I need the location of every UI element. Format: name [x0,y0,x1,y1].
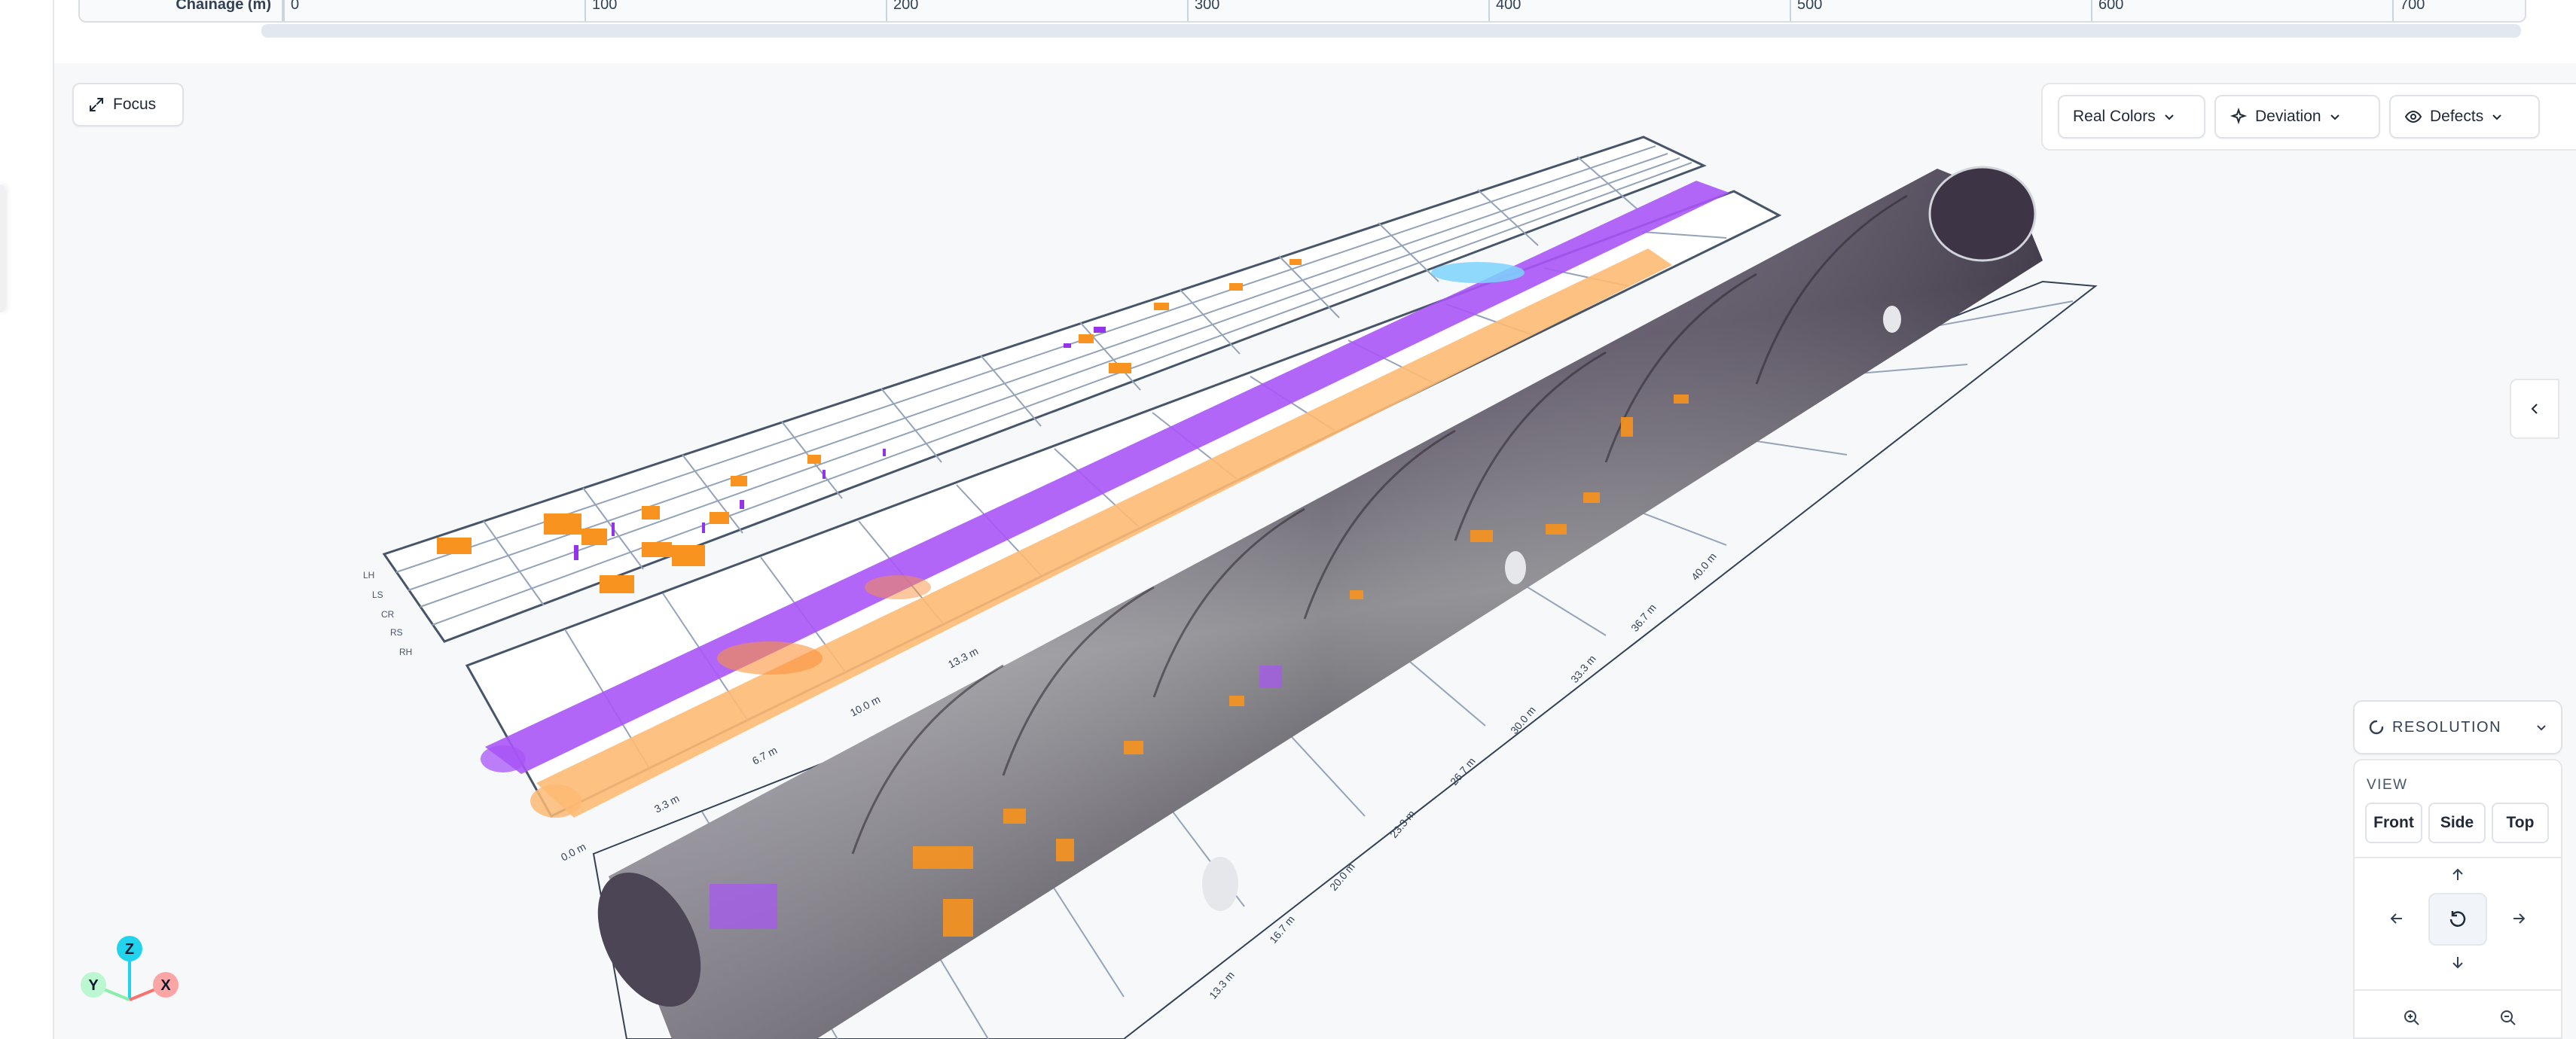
side-view-button[interactable]: Side [2428,803,2486,843]
front-view-button[interactable]: Front [2365,803,2422,843]
chevron-down-icon [2492,114,2501,120]
defects-dropdown[interactable]: Defects [2389,95,2540,139]
reset-view-button[interactable] [2428,893,2487,946]
view-title: VIEW [2367,777,2408,793]
sparkle-icon [2230,108,2248,125]
svg-text:LH: LH [363,570,374,580]
axes-gizmo: Z Y X [81,936,179,1001]
x-axis-label: X [160,977,171,994]
right-panel-toggle[interactable] [2510,379,2559,439]
y-axis-label: Y [88,977,99,994]
chainage-tick: 600 [2091,0,2388,21]
zoom-out-button[interactable] [2493,1003,2523,1033]
rotate-reset-icon [2449,911,2466,927]
pan-down-button[interactable] [2443,947,2473,977]
chainage-tick: 100 [584,0,882,21]
top-view-button[interactable]: Top [2492,803,2549,843]
horizontal-scrollbar[interactable] [261,24,2521,38]
chevron-down-icon [2537,725,2546,731]
svg-text:RS: RS [390,627,403,638]
view-controls-panel: VIEW Front Side Top [2353,759,2562,1039]
scale-label: 23.3 m [1387,808,1418,840]
zoom-out-icon [2501,1010,2516,1025]
focus-button[interactable]: Focus [72,83,184,126]
zoom-in-icon [2404,1010,2419,1025]
scale-label: 26.7 m [1448,755,1478,788]
zoom-in-button[interactable] [2397,1003,2427,1033]
arrow-left-icon [2390,913,2402,924]
chevron-left-icon [2531,404,2538,414]
chevron-down-icon [2165,114,2174,120]
scale-label: 0.0 m [559,840,588,864]
chainage-label: Chainage (m) [80,0,283,21]
chainage-tick: 700 [2392,0,2528,21]
chainage-ruler: Chainage (m) 0 100 200 300 400 500 600 7… [78,0,2526,23]
divider [2355,857,2561,858]
scale-label: 13.3 m [946,644,980,670]
eye-icon [2404,110,2422,123]
real-colors-dropdown[interactable]: Real Colors [2058,95,2205,139]
chainage-tick: 500 [1790,0,2087,21]
pan-up-button[interactable] [2443,860,2473,890]
left-sidebar [0,0,54,1039]
defects-label: Defects [2430,108,2484,125]
scale-label: 30.0 m [1508,704,1538,736]
scale-label: 10.0 m [848,693,882,718]
pan-left-button[interactable] [2382,903,2412,934]
tunnel-3d-viewer[interactable]: LH LS CR RS RH 0.0 m 3.3 m 6.7 m 10.0 m … [54,63,2576,1039]
chainage-tick: 400 [1488,0,1786,21]
tunnel-scene[interactable]: LH LS CR RS RH 0.0 m 3.3 m 6.7 m 10.0 m … [54,63,2576,1039]
chevron-down-icon [2330,114,2339,120]
resolution-label: RESOLUTION [2392,718,2502,736]
deviation-label: Deviation [2255,108,2321,125]
expand-icon [90,98,103,111]
z-axis-label: Z [125,941,134,958]
svg-text:RH: RH [399,647,412,657]
scale-label: 40.0 m [1689,550,1719,583]
focus-label: Focus [113,96,157,113]
scale-label: 6.7 m [750,744,779,767]
chainage-tick: 200 [886,0,1183,21]
svg-text:CR: CR [381,609,395,620]
scale-label: 16.7 m [1267,913,1297,946]
svg-text:LS: LS [372,590,383,600]
resolution-dropdown[interactable]: RESOLUTION [2353,700,2562,754]
arrow-up-icon [2452,868,2463,880]
divider [2355,989,2561,991]
arrow-right-icon [2513,913,2526,924]
chainage-tick: 300 [1187,0,1485,21]
scale-label: 13.3 m [1207,969,1237,1001]
layer-toolbar: Real Colors Deviation Defects [2041,83,2576,151]
deviation-dropdown[interactable]: Deviation [2214,95,2380,139]
scale-label: 3.3 m [652,792,681,815]
arrow-down-icon [2452,957,2463,969]
real-colors-label: Real Colors [2073,108,2156,125]
chainage-panel: Chainage (m) 0 100 200 300 400 500 600 7… [54,0,2576,65]
pan-right-button[interactable] [2504,903,2534,934]
chainage-tick: 0 [283,0,581,21]
left-panel-handle[interactable] [0,184,5,312]
scale-label: 33.3 m [1568,653,1598,685]
scale-label: 20.0 m [1327,861,1357,893]
loader-icon [2369,720,2384,735]
